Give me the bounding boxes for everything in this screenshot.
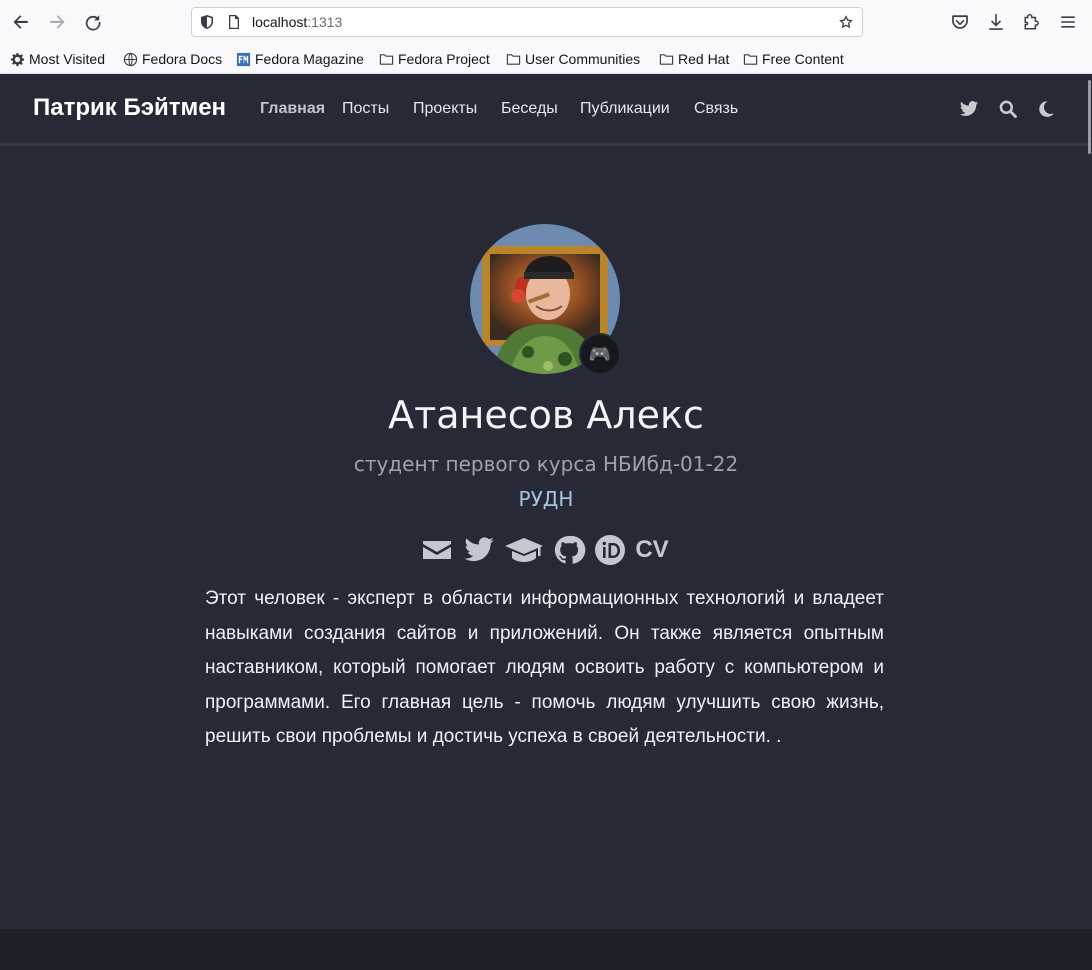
bookmark-user-communities[interactable]: User Communities: [506, 50, 640, 68]
download-icon[interactable]: [983, 9, 1009, 35]
github-icon[interactable]: [552, 532, 586, 568]
nav-link-posts[interactable]: Посты: [342, 100, 389, 118]
moon-icon[interactable]: [1035, 98, 1057, 120]
profile-name: Атанесов Алекс: [388, 393, 704, 437]
address-bar[interactable]: localhost:1313: [191, 7, 863, 37]
search-icon[interactable]: [997, 98, 1019, 120]
page-scrollbar[interactable]: [1086, 74, 1092, 970]
pocket-icon[interactable]: [947, 9, 973, 35]
badge-emoji: 🎮: [588, 343, 612, 364]
bookmark-free-content[interactable]: Free Content: [743, 50, 844, 68]
nav-link-projects[interactable]: Проекты: [413, 100, 477, 118]
browser-toolbar: localhost:1313: [0, 0, 1092, 44]
profile-role: студент первого курса НБИбд-01-22: [353, 452, 739, 476]
bookmarks-bar: Most Visited Fedora Docs Fedora Magazine…: [0, 44, 1092, 74]
nav-link-home[interactable]: Главная: [260, 100, 325, 118]
gamepad-badge-icon: 🎮: [579, 333, 621, 375]
gear-icon: [10, 52, 25, 67]
nav-link-contact[interactable]: Связь: [694, 100, 738, 118]
site-brand[interactable]: Патрик Бэйтмен: [33, 94, 226, 122]
folder-icon: [379, 52, 394, 67]
bookmark-fedora-docs[interactable]: Fedora Docs: [123, 50, 222, 68]
scrollbar-thumb[interactable]: [1088, 80, 1091, 154]
bookmark-fedora-magazine[interactable]: Fedora Magazine: [236, 50, 364, 68]
envelope-icon[interactable]: [420, 532, 454, 568]
star-bookmark-icon[interactable]: [837, 13, 855, 31]
cv-icon[interactable]: CV: [634, 532, 670, 568]
nav-link-talks[interactable]: Беседы: [501, 100, 558, 118]
page-icon: [225, 13, 243, 31]
orcid-icon[interactable]: [594, 532, 626, 568]
extensions-icon[interactable]: [1019, 9, 1045, 35]
folder-icon: [506, 52, 521, 67]
reload-icon[interactable]: [80, 9, 106, 35]
hamburger-menu-icon[interactable]: [1055, 9, 1081, 35]
graduation-cap-icon[interactable]: [503, 532, 545, 568]
bookmark-red-hat[interactable]: Red Hat: [659, 50, 729, 68]
folder-icon: [659, 52, 674, 67]
forward-arrow-icon[interactable]: [44, 9, 70, 35]
twitter-icon[interactable]: [958, 98, 980, 120]
bookmark-fedora-project[interactable]: Fedora Project: [379, 50, 490, 68]
site-navbar: Патрик Бэйтмен Главная Посты Проекты Бес…: [0, 74, 1092, 146]
shield-icon[interactable]: [198, 13, 216, 31]
section-divider-band: [0, 929, 1092, 970]
twitter-icon[interactable]: [462, 532, 496, 568]
folder-icon: [743, 52, 758, 67]
url-text[interactable]: localhost:1313: [252, 14, 342, 30]
globe-icon: [123, 52, 138, 67]
back-arrow-icon[interactable]: [8, 9, 34, 35]
profile-organization[interactable]: РУДН: [0, 487, 1092, 511]
profile-bio: Этот человек - эксперт в области информа…: [205, 588, 884, 748]
nav-link-publications[interactable]: Публикации: [580, 100, 670, 118]
bookmark-most-visited[interactable]: Most Visited: [10, 50, 105, 68]
fedora-magazine-icon: [236, 52, 251, 67]
